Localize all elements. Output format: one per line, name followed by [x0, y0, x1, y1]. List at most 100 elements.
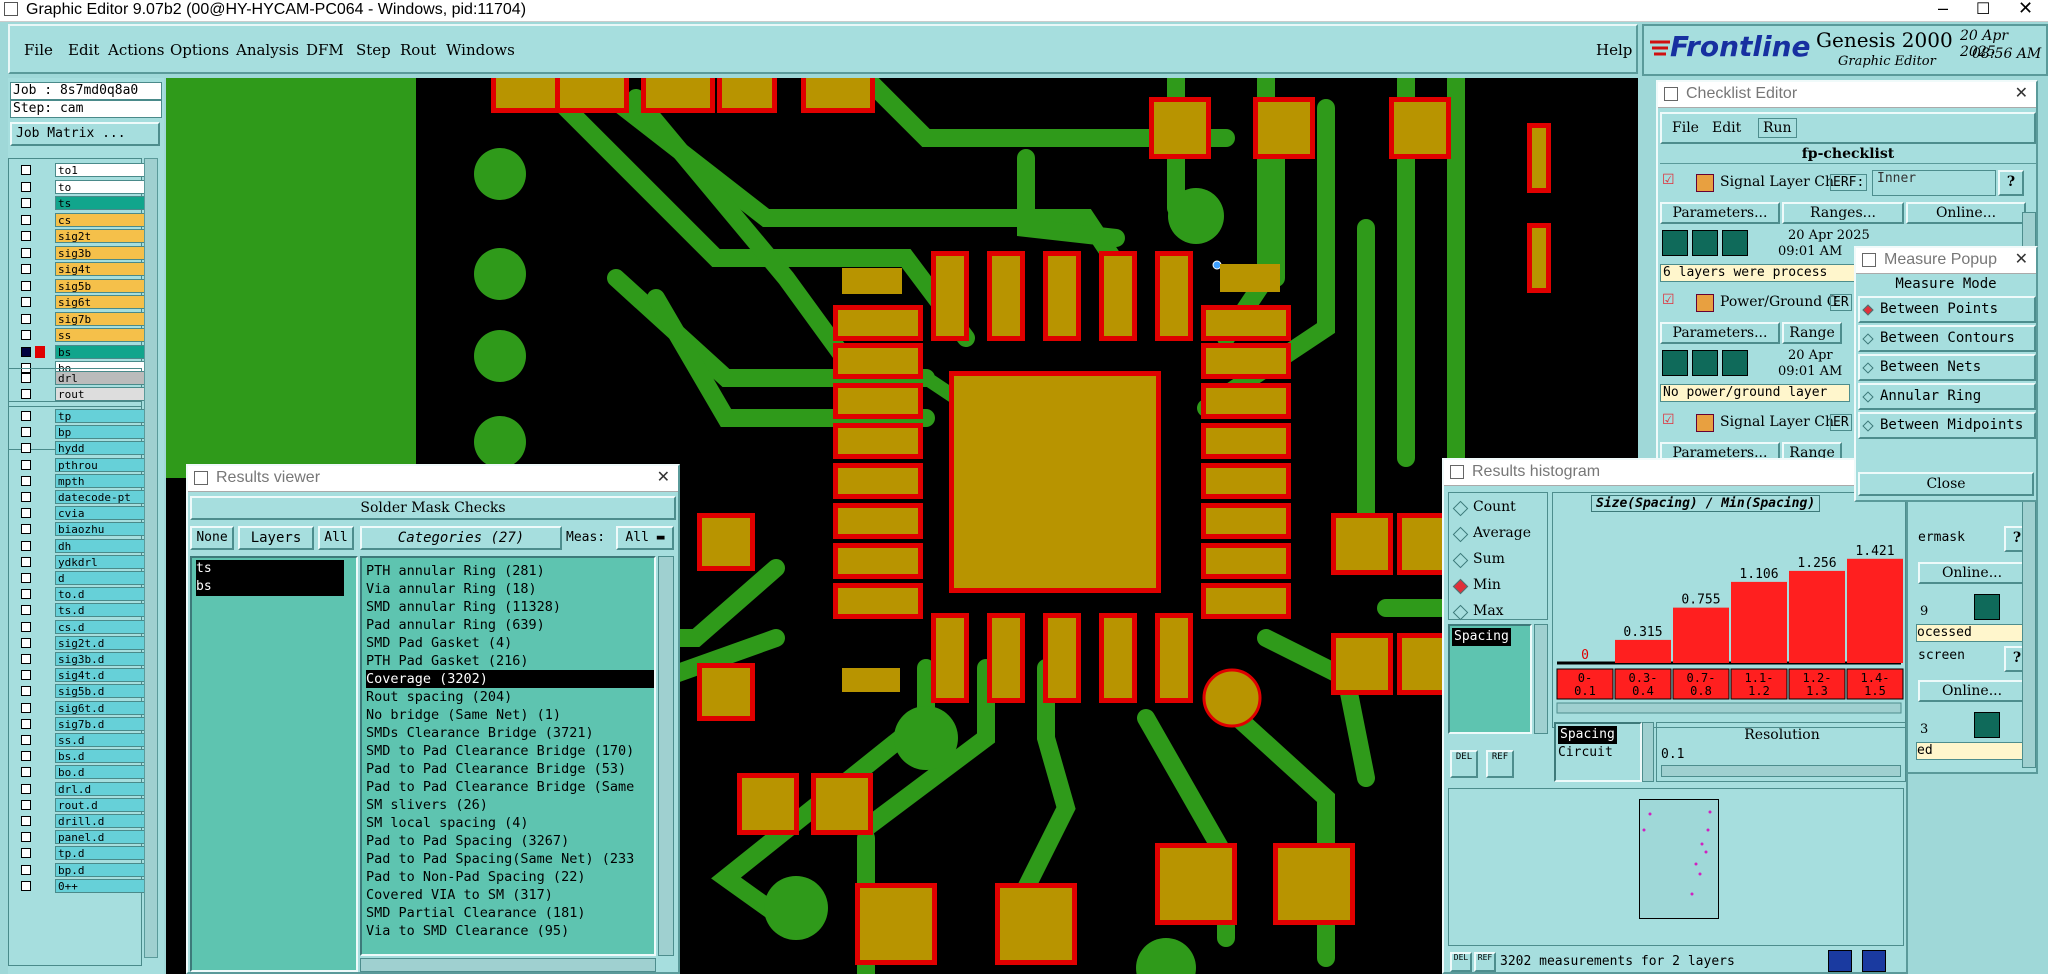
- close-icon[interactable]: ✕: [2018, 0, 2033, 19]
- layer-row-to1[interactable]: to1: [15, 163, 145, 177]
- layer-checkbox[interactable]: [21, 718, 31, 729]
- histogram-bar[interactable]: [1673, 607, 1729, 663]
- pcb-pad[interactable]: [1099, 613, 1137, 703]
- layer-name[interactable]: drl.d: [55, 781, 145, 796]
- layer-row-biaozhu[interactable]: biaozhu: [15, 522, 145, 537]
- layer-row-bo.d[interactable]: bo.d: [15, 765, 145, 780]
- pcb-pad[interactable]: [697, 663, 755, 721]
- selected-layer-bs[interactable]: bs: [196, 578, 344, 596]
- layer-row-sig2t.d[interactable]: sig2t.d: [15, 635, 145, 650]
- category-item[interactable]: Pad to Pad Spacing (3267): [366, 832, 569, 850]
- category-item[interactable]: PTH Pad Gasket (216): [366, 652, 529, 670]
- selected-layer-ts[interactable]: ts: [196, 560, 344, 578]
- pcb-pad[interactable]: [1201, 305, 1291, 341]
- histogram-bar[interactable]: [1847, 558, 1903, 663]
- pcb-pad[interactable]: [1155, 613, 1193, 703]
- layer-checkbox[interactable]: [21, 330, 31, 340]
- pcb-pad[interactable]: [555, 78, 629, 113]
- parameters-button[interactable]: Parameters...: [1660, 322, 1780, 344]
- layer-checkbox[interactable]: [21, 508, 31, 519]
- graph-icon[interactable]: [1828, 950, 1852, 972]
- category-item[interactable]: Pad to Pad Spacing(Same Net) (233: [366, 850, 634, 868]
- type-list[interactable]: Spacing Circuit: [1554, 722, 1642, 782]
- layer-row-rout[interactable]: rout: [15, 387, 145, 401]
- pcb-pad[interactable]: [931, 613, 969, 703]
- layer-checkbox[interactable]: [21, 832, 31, 843]
- zoom-icon[interactable]: [1974, 594, 2000, 620]
- job-matrix-button[interactable]: Job Matrix ...: [10, 122, 160, 146]
- measure-list-scrollbar[interactable]: [1534, 624, 1548, 734]
- layer-row-bs[interactable]: bs: [15, 344, 145, 359]
- layer-checkbox[interactable]: [21, 524, 31, 535]
- category-item[interactable]: Pad to Pad Clearance Bridge (53): [366, 760, 626, 778]
- layer-row-to.d[interactable]: to.d: [15, 587, 145, 602]
- parameters-button[interactable]: Parameters...: [1660, 202, 1780, 224]
- layer-checkbox[interactable]: [21, 459, 31, 470]
- layer-checkbox[interactable]: [21, 670, 31, 681]
- layer-row-tp.d[interactable]: tp.d: [15, 846, 145, 861]
- pcb-pad[interactable]: [1149, 97, 1211, 159]
- layer-checkbox[interactable]: [21, 214, 31, 225]
- layer-name[interactable]: hydd: [55, 441, 145, 456]
- pcb-pad[interactable]: [833, 383, 923, 419]
- layer-name[interactable]: sig6t: [55, 295, 145, 309]
- layer-name[interactable]: datecode-pt: [55, 490, 145, 504]
- layer-name[interactable]: tp.d: [55, 846, 145, 861]
- layer-checkbox[interactable]: [21, 637, 31, 648]
- layer-name[interactable]: drl: [55, 371, 145, 385]
- category-item[interactable]: Pad to Pad Clearance Bridge (Same: [366, 778, 634, 796]
- layer-row-cvia[interactable]: cvia: [15, 506, 145, 521]
- layer-name[interactable]: rout.d: [55, 797, 145, 812]
- close-icon[interactable]: ✕: [2015, 82, 2028, 106]
- pcb-pad[interactable]: [833, 583, 923, 619]
- layer-name[interactable]: 0++: [55, 878, 145, 893]
- layer-row-mpth[interactable]: mpth: [15, 473, 145, 488]
- layer-row-hydd[interactable]: hydd: [15, 441, 145, 456]
- menu-edit[interactable]: Edit: [68, 41, 99, 59]
- ranges-button[interactable]: Ranges...: [1782, 202, 1904, 224]
- layer-row-ts.d[interactable]: ts.d: [15, 603, 145, 618]
- category-item[interactable]: Covered VIA to SM (317): [366, 886, 553, 904]
- layer-row-cs.d[interactable]: cs.d: [15, 619, 145, 634]
- layer-row-bp.d[interactable]: bp.d: [15, 862, 145, 877]
- pcb-pad[interactable]: [1043, 251, 1081, 341]
- layer-row-0++[interactable]: 0++: [15, 878, 145, 893]
- layer-checkbox[interactable]: [21, 799, 31, 810]
- option-max[interactable]: Max: [1473, 603, 1504, 619]
- pcb-pad[interactable]: [1331, 513, 1393, 575]
- pcb-pad[interactable]: [1155, 251, 1193, 341]
- layer-row-sig3b[interactable]: sig3b: [15, 245, 145, 260]
- layer-row-bs.d[interactable]: bs.d: [15, 749, 145, 764]
- layer-name[interactable]: tp: [55, 409, 145, 423]
- layer-name[interactable]: ts.d: [55, 603, 145, 618]
- layer-checkbox[interactable]: [21, 848, 31, 859]
- close-button[interactable]: Close: [1858, 472, 2034, 496]
- layer-name[interactable]: sig7b: [55, 311, 145, 326]
- layer-checkbox[interactable]: [21, 297, 31, 307]
- window-menu-icon[interactable]: [1664, 87, 1678, 101]
- layer-name[interactable]: bs: [55, 344, 145, 359]
- layer-name[interactable]: sig6t.d: [55, 700, 145, 715]
- category-item[interactable]: Rout spacing (204): [366, 688, 512, 706]
- category-item[interactable]: Pad to Non-Pad Spacing (22): [366, 868, 585, 886]
- pcb-pad[interactable]: [1043, 613, 1081, 703]
- layer-name[interactable]: d: [55, 571, 145, 585]
- layer-row-bp[interactable]: bp: [15, 425, 145, 440]
- pcb-pad[interactable]: [1099, 251, 1137, 341]
- type-list-scrollbar[interactable]: [1642, 722, 1654, 782]
- run-icon[interactable]: [1692, 230, 1718, 256]
- pcb-pad[interactable]: [1201, 503, 1291, 539]
- menu-dfm[interactable]: DFM: [306, 41, 344, 59]
- layer-row-panel.d[interactable]: panel.d: [15, 830, 145, 845]
- layer-checkbox[interactable]: [21, 411, 31, 421]
- pcb-pad[interactable]: [1527, 123, 1551, 193]
- layer-select-list[interactable]: ts bs: [190, 556, 358, 972]
- layers-button[interactable]: Layers: [238, 526, 314, 550]
- pcb-pad[interactable]: [1201, 583, 1291, 619]
- layer-checkbox[interactable]: [21, 443, 31, 454]
- pcb-pad[interactable]: [1273, 843, 1355, 925]
- menu-file[interactable]: File: [1672, 120, 1699, 136]
- minimize-icon[interactable]: –: [1938, 0, 1948, 19]
- layer-checkbox[interactable]: [21, 702, 31, 713]
- action-checkbox[interactable]: ☑: [1662, 292, 1675, 308]
